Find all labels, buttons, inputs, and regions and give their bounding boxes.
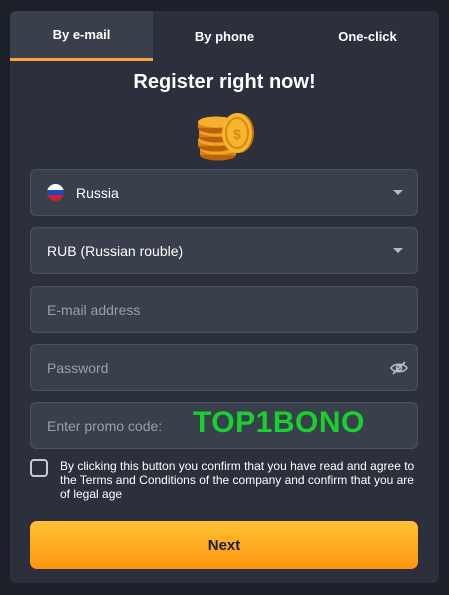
tab-by-phone[interactable]: By phone bbox=[153, 11, 296, 61]
password-field[interactable]: Password bbox=[30, 344, 418, 391]
terms-checkbox[interactable] bbox=[30, 459, 48, 477]
password-placeholder: Password bbox=[47, 359, 109, 376]
chevron-down-icon bbox=[393, 248, 403, 253]
currency-value: RUB (Russian rouble) bbox=[47, 242, 184, 259]
email-field[interactable]: E-mail address bbox=[30, 286, 418, 333]
terms-text: By clicking this button you confirm that… bbox=[60, 459, 415, 501]
tab-one-click[interactable]: One-click bbox=[296, 11, 439, 61]
page-title: Register right now! bbox=[133, 71, 316, 93]
tab-by-email[interactable]: By e-mail bbox=[10, 11, 153, 61]
svg-text:$: $ bbox=[233, 126, 241, 142]
eye-slash-icon[interactable] bbox=[389, 359, 409, 377]
country-select[interactable]: Russia bbox=[30, 169, 418, 216]
registration-tabs: By e-mail By phone One-click bbox=[10, 11, 439, 61]
next-button[interactable]: Next bbox=[30, 521, 418, 569]
registration-panel: By e-mail By phone One-click Register ri… bbox=[10, 11, 439, 583]
currency-select[interactable]: RUB (Russian rouble) bbox=[30, 227, 418, 274]
country-value: Russia bbox=[76, 184, 119, 201]
email-placeholder: E-mail address bbox=[47, 301, 141, 318]
promo-code-field[interactable]: Enter promo code: TOP1BONO bbox=[30, 402, 418, 449]
chevron-down-icon bbox=[393, 190, 403, 195]
promo-placeholder: Enter promo code: bbox=[47, 417, 163, 434]
russia-flag-icon bbox=[47, 184, 64, 201]
promo-code-overlay: TOP1BONO bbox=[193, 406, 365, 439]
coins-icon: $ bbox=[198, 113, 254, 161]
